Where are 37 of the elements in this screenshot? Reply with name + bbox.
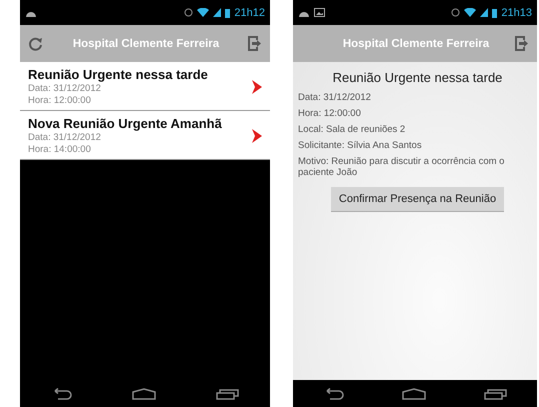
wifi-icon xyxy=(464,8,476,17)
alarm-icon xyxy=(451,8,460,17)
clock-time: 21h12 xyxy=(234,6,265,18)
detail-line: Motivo: Reunião para discutir a ocorrência com o paciente João xyxy=(298,156,506,178)
meeting-date: Data: 31/12/2012 xyxy=(28,132,102,143)
home-icon[interactable] xyxy=(132,388,156,400)
image-icon xyxy=(314,8,325,17)
detail-line: Hora: 12:00:00 xyxy=(298,108,362,119)
app-title: Hospital Clemente Ferreira xyxy=(342,38,490,50)
chevron-icon xyxy=(252,128,262,142)
battery-icon xyxy=(225,8,230,18)
battery-icon xyxy=(492,8,498,18)
app-title: Hospital Clemente Ferreira xyxy=(72,38,220,50)
clock-time: 21h13 xyxy=(501,6,532,18)
recent-apps-icon[interactable] xyxy=(484,388,508,400)
detail-line: Local: Sala de reuniões 2 xyxy=(298,124,406,135)
meeting-title: Reunião Urgente nessa tarde xyxy=(28,67,209,82)
meeting-title: Reunião Urgente nessa tarde xyxy=(332,70,504,85)
logout-icon[interactable] xyxy=(248,36,262,51)
logout-icon[interactable] xyxy=(515,36,529,51)
meeting-date: Data: 31/12/2012 xyxy=(28,83,102,94)
confirm-button[interactable]: Confirmar Presença na Reunião xyxy=(330,187,504,212)
meeting-item[interactable]: Nova Reunião Urgente Amanhã Data: 31/12/2012 Hora: 14:00:00 xyxy=(20,111,270,160)
signal-icon xyxy=(480,8,488,17)
signal-icon xyxy=(213,8,222,17)
meeting-item[interactable]: Reunião Urgente nessa tarde Data: 31/12/2012 Hora: 12:00:00 xyxy=(20,62,270,111)
meeting-time: Hora: 14:00:00 xyxy=(28,144,92,155)
meeting-title: Nova Reunião Urgente Amanhã xyxy=(28,116,223,131)
wifi-icon xyxy=(197,8,210,17)
home-icon[interactable] xyxy=(402,388,426,400)
alarm-icon xyxy=(184,8,194,17)
detail-line: Solicitante: Sílvia Ana Santos xyxy=(298,140,423,151)
refresh-icon[interactable] xyxy=(28,36,44,52)
meeting-time: Hora: 12:00:00 xyxy=(28,95,92,106)
detail-line: Data: 31/12/2012 xyxy=(298,92,372,103)
chevron-icon xyxy=(252,80,262,94)
recent-apps-icon[interactable] xyxy=(216,388,240,400)
